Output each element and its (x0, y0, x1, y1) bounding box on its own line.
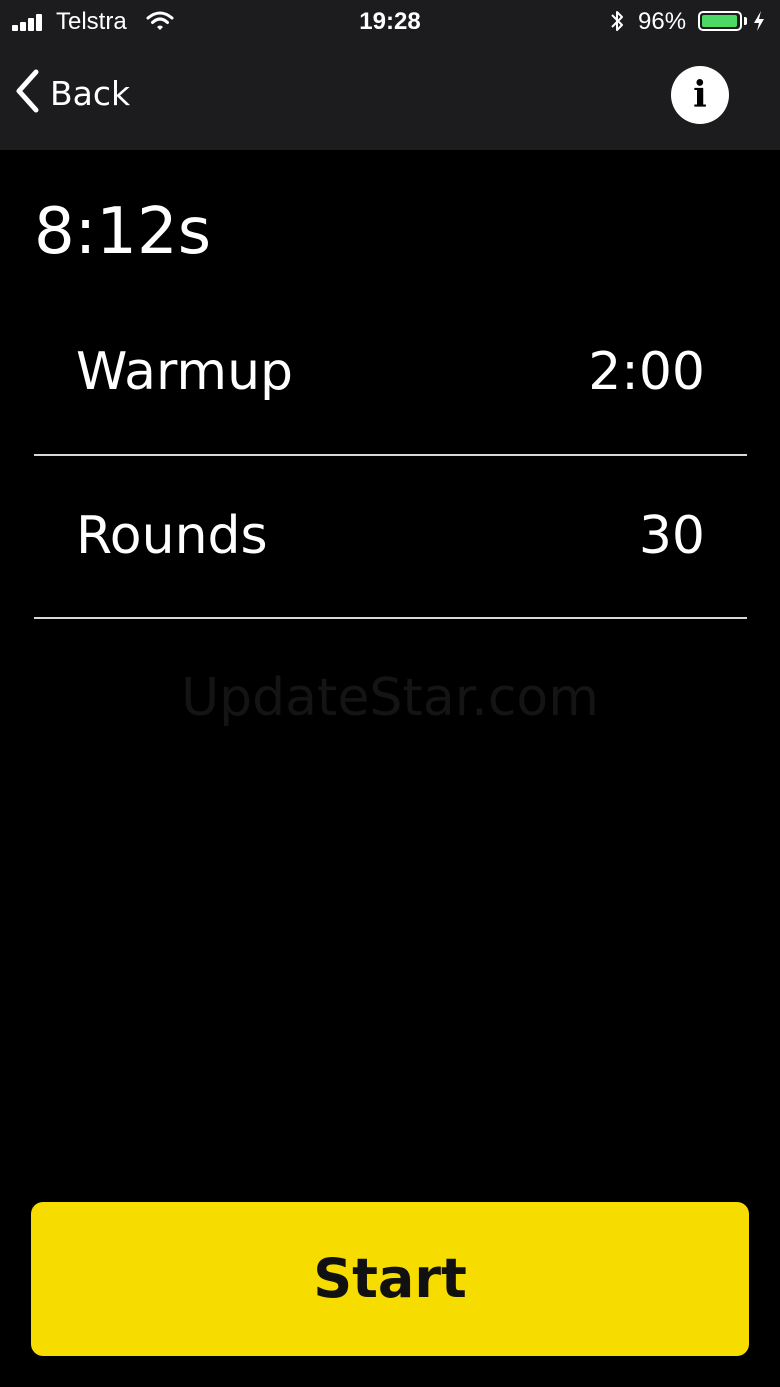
battery-icon (698, 11, 742, 31)
setting-label: Warmup (76, 342, 294, 402)
battery-level (702, 15, 737, 27)
back-button[interactable]: Back (14, 68, 130, 118)
navigation-bar: Back i (0, 44, 780, 150)
setting-row-rounds[interactable]: Rounds 30 (34, 454, 747, 619)
start-button[interactable]: Start (31, 1202, 749, 1356)
setting-value: 2:00 (588, 342, 705, 402)
battery-cap (744, 17, 747, 25)
bluetooth-icon (608, 9, 626, 40)
info-icon[interactable]: i (671, 66, 729, 124)
status-bar: Telstra 19:28 96% (0, 0, 780, 44)
chevron-left-icon (14, 69, 40, 117)
battery-percent: 96% (638, 8, 687, 35)
charging-icon (752, 9, 766, 40)
back-label: Back (50, 73, 131, 113)
setting-label: Rounds (76, 506, 268, 566)
total-time: 8:12s (34, 195, 212, 269)
watermark: UpdateStar.com (181, 668, 599, 728)
setting-value: 30 (638, 506, 705, 566)
setting-row-warmup[interactable]: Warmup 2:00 (34, 291, 747, 456)
